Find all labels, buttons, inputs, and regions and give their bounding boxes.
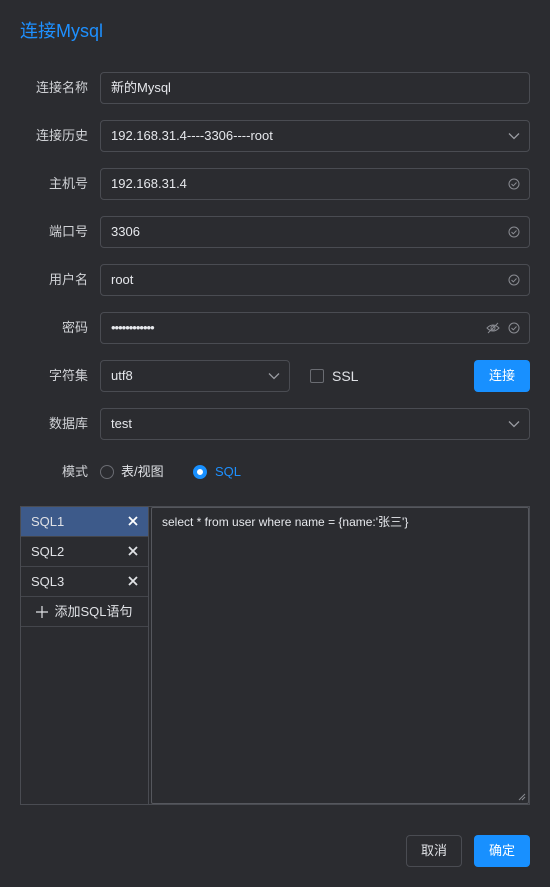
mode-row: 模式 表/视图 SQL bbox=[0, 456, 550, 488]
sql-tab-sql2[interactable]: SQL2 bbox=[21, 537, 148, 567]
dialog-title: 连接Mysql bbox=[20, 21, 104, 41]
ok-button[interactable]: 确定 bbox=[474, 835, 530, 867]
close-icon[interactable] bbox=[128, 546, 138, 556]
charset-label: 字符集 bbox=[48, 368, 88, 383]
cancel-button[interactable]: 取消 bbox=[406, 835, 462, 867]
mode-table-radio[interactable] bbox=[100, 465, 114, 479]
sql-tab-sql1[interactable]: SQL1 bbox=[21, 507, 148, 537]
sql-editor[interactable]: select * from user where name = {name:'张… bbox=[151, 507, 529, 804]
plus-icon bbox=[36, 605, 49, 618]
conn-name-label: 连接名称 bbox=[35, 80, 88, 95]
port-value: 3306 bbox=[111, 224, 140, 239]
port-label: 端口号 bbox=[48, 224, 88, 239]
add-sql-button[interactable]: 添加SQL语句 bbox=[21, 597, 148, 627]
conn-name-row: 连接名称 新的Mysql bbox=[0, 72, 550, 104]
sql-tab-label: SQL1 bbox=[31, 514, 65, 529]
charset-row: 字符集 utf8 SSL 连接 bbox=[0, 360, 550, 392]
database-row: 数据库 test bbox=[0, 408, 550, 440]
conn-name-value: 新的Mysql bbox=[111, 80, 171, 95]
sql-editor-text: select * from user where name = {name:'张… bbox=[162, 515, 409, 529]
sql-tab-label: SQL3 bbox=[31, 574, 65, 589]
host-value: 192.168.31.4 bbox=[111, 176, 187, 191]
user-value: root bbox=[111, 272, 134, 287]
mode-sql-label[interactable]: SQL bbox=[215, 464, 241, 480]
password-input[interactable]: •••••••••••• bbox=[100, 312, 530, 344]
check-circle-icon bbox=[508, 322, 520, 334]
sql-tab-label: SQL2 bbox=[31, 544, 65, 559]
mode-sql-radio[interactable] bbox=[193, 465, 207, 479]
ssl-label: SSL bbox=[332, 368, 359, 384]
mode-label: 模式 bbox=[61, 464, 88, 479]
close-icon[interactable] bbox=[128, 576, 138, 586]
conn-name-input[interactable]: 新的Mysql bbox=[100, 72, 530, 104]
database-label: 数据库 bbox=[48, 416, 88, 431]
check-circle-icon bbox=[508, 274, 520, 286]
history-label: 连接历史 bbox=[35, 128, 88, 143]
password-row: 密码 •••••••••••• bbox=[0, 312, 550, 344]
history-row: 连接历史 192.168.31.4----3306----root bbox=[0, 120, 550, 152]
resize-grip-icon[interactable] bbox=[518, 793, 526, 801]
charset-select[interactable]: utf8 bbox=[100, 360, 290, 392]
ssl-checkbox[interactable] bbox=[310, 369, 324, 383]
history-value: 192.168.31.4----3306----root bbox=[111, 128, 273, 143]
port-row: 端口号 3306 bbox=[0, 216, 550, 248]
sql-tab-sql3[interactable]: SQL3 bbox=[21, 567, 148, 597]
sql-tab-list: SQL1 SQL2 SQL3 添加SQL语句 bbox=[21, 507, 149, 804]
host-label: 主机号 bbox=[48, 176, 88, 191]
user-row: 用户名 root bbox=[0, 264, 550, 296]
chevron-down-icon bbox=[508, 132, 520, 140]
connect-button[interactable]: 连接 bbox=[474, 360, 530, 392]
sql-panel: SQL1 SQL2 SQL3 添加SQL语句 select * from use… bbox=[20, 506, 530, 805]
connect-mysql-dialog: 连接Mysql 连接名称 新的Mysql 连接历史 192.168.31.4--… bbox=[0, 0, 550, 887]
host-row: 主机号 192.168.31.4 bbox=[0, 168, 550, 200]
port-input[interactable]: 3306 bbox=[100, 216, 530, 248]
chevron-down-icon bbox=[508, 420, 520, 428]
close-icon[interactable] bbox=[128, 516, 138, 526]
check-circle-icon bbox=[508, 226, 520, 238]
history-select[interactable]: 192.168.31.4----3306----root bbox=[100, 120, 530, 152]
password-label: 密码 bbox=[61, 320, 88, 335]
eye-off-icon[interactable] bbox=[486, 322, 500, 334]
database-value: test bbox=[111, 416, 132, 431]
chevron-down-icon bbox=[268, 372, 280, 380]
check-circle-icon bbox=[508, 178, 520, 190]
database-select[interactable]: test bbox=[100, 408, 530, 440]
add-sql-label: 添加SQL语句 bbox=[54, 604, 133, 619]
user-input[interactable]: root bbox=[100, 264, 530, 296]
host-input[interactable]: 192.168.31.4 bbox=[100, 168, 530, 200]
mode-table-label[interactable]: 表/视图 bbox=[121, 464, 164, 480]
user-label: 用户名 bbox=[48, 272, 88, 287]
password-value: •••••••••••• bbox=[111, 320, 155, 335]
charset-value: utf8 bbox=[111, 368, 133, 383]
